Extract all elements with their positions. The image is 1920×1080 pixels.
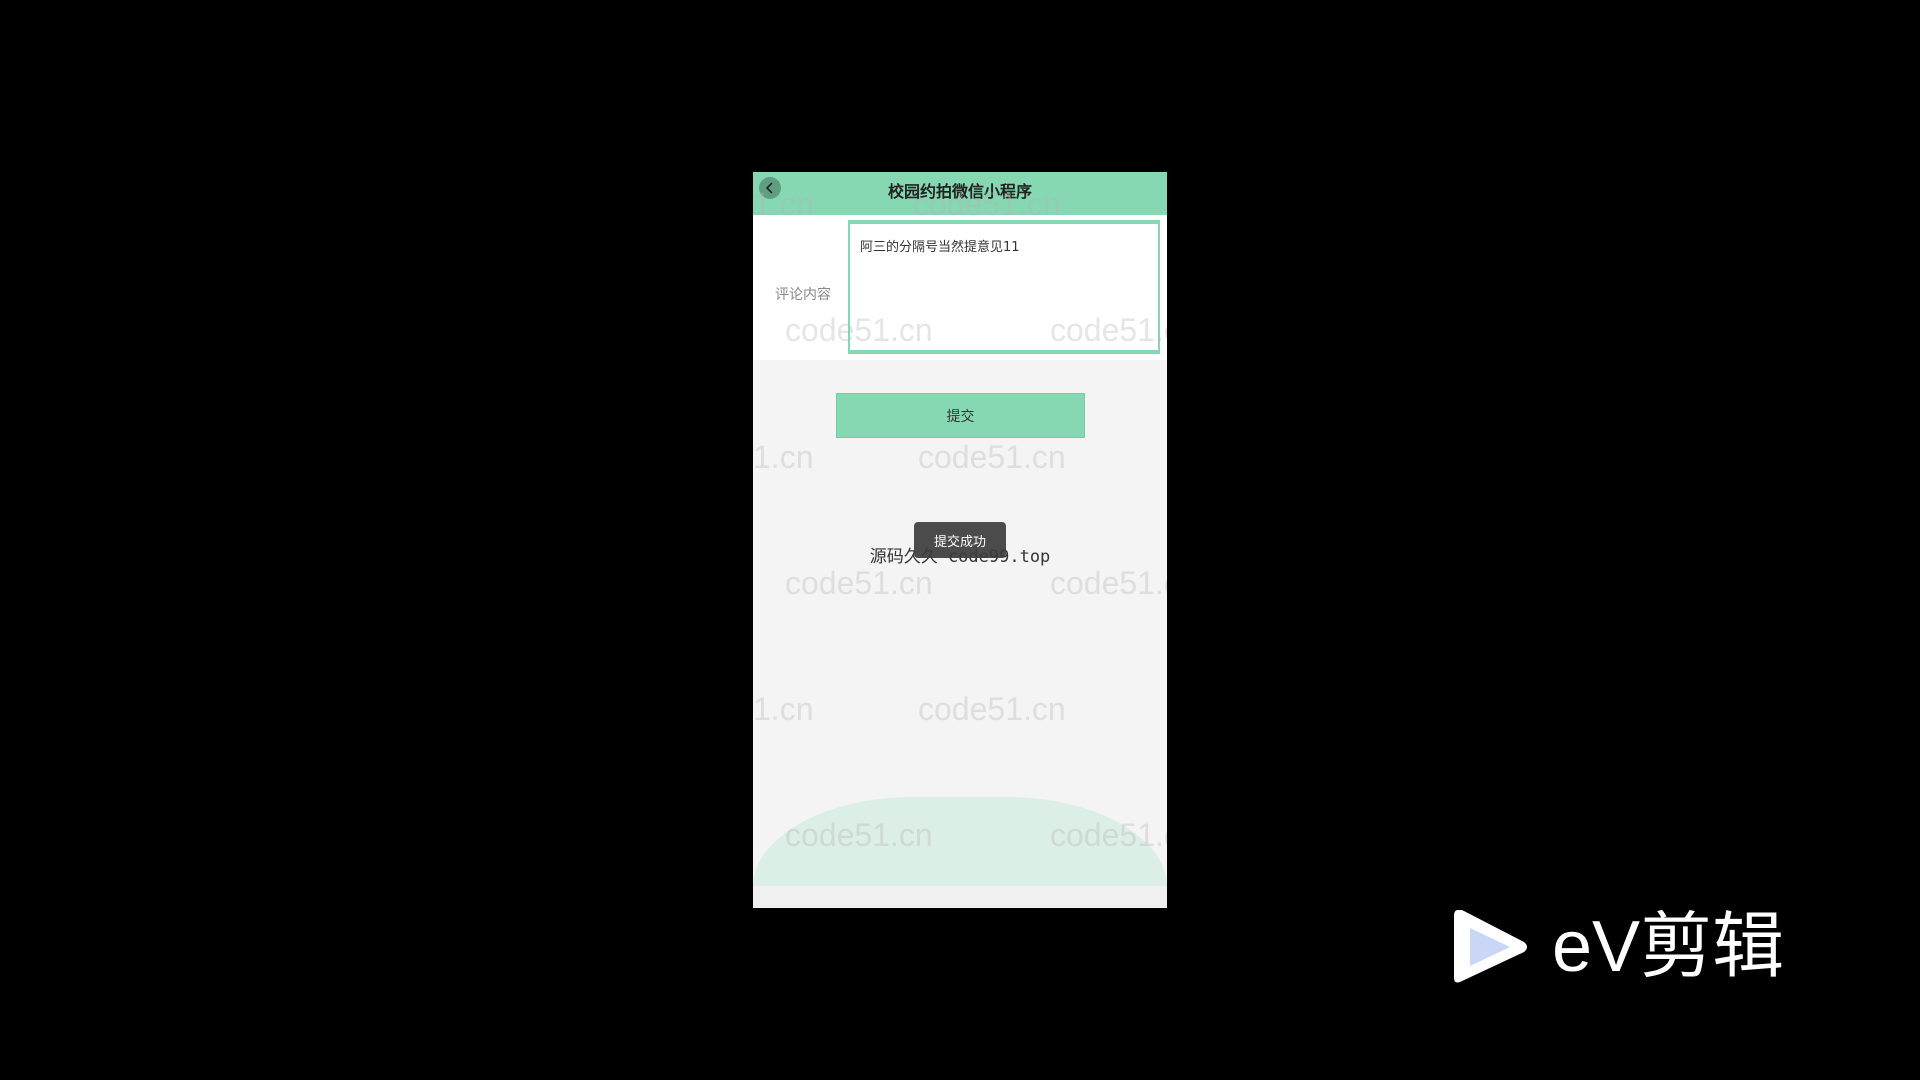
comment-label: 评论内容 [775,287,831,303]
watermark: 1.cn [753,186,814,222]
submit-button[interactable]: 提交 [836,393,1085,438]
watermark: code51.cn [785,565,933,601]
watermark: code51.cn [1050,817,1167,853]
play-icon [1454,910,1527,983]
watermark: code51.cn [1050,312,1167,348]
editor-logo: eV剪辑 [1452,906,1832,988]
phone-screen: 校园约拍微信小程序 评论内容 阿三的分隔号当然提意见11 提交 1.cn cod… [753,172,1167,908]
watermark: code51.cn [785,817,933,853]
watermark: code51.cn [1050,565,1167,601]
logo-text: eV剪辑 [1552,907,1785,987]
watermark: 1.cn [753,691,814,727]
watermark: code51.cn [913,186,1061,222]
watermark: 1.cn [753,439,814,475]
toast-message: 提交成功 [914,522,1006,558]
watermark: code51.cn [918,439,1066,475]
watermark: code51.cn [918,691,1066,727]
comment-text: 阿三的分隔号当然提意见11 [860,240,1020,255]
bottom-strip [753,886,1167,908]
watermark: code51.cn [785,312,933,348]
video-frame: 校园约拍微信小程序 评论内容 阿三的分隔号当然提意见11 提交 1.cn cod… [0,0,1920,1080]
